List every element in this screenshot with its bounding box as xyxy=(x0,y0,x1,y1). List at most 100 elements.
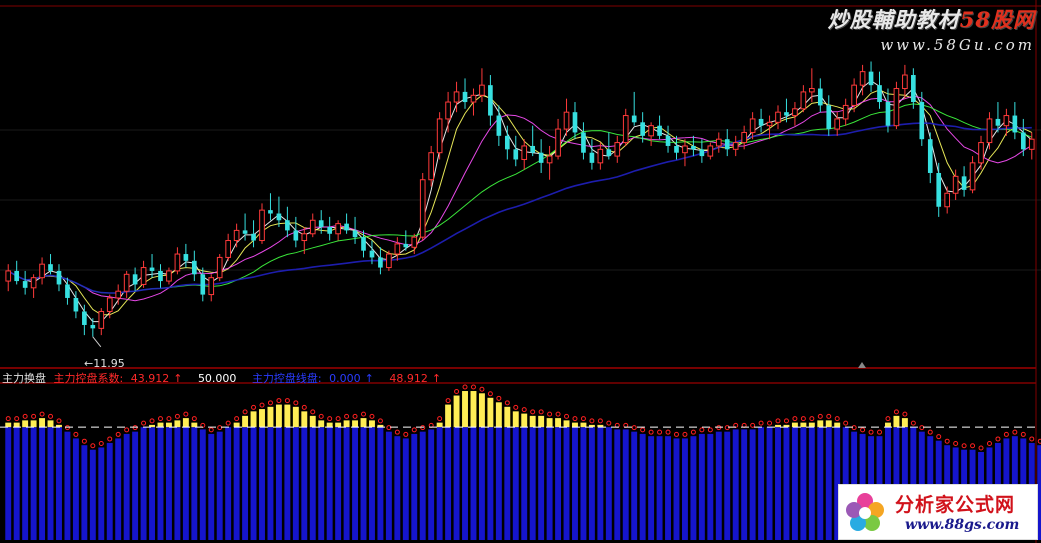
candle xyxy=(208,274,215,302)
indicator-dot xyxy=(361,411,367,417)
indicator-bar-blue xyxy=(13,427,20,540)
candle xyxy=(732,135,739,157)
indicator-dot xyxy=(335,416,341,422)
stock-chart[interactable] xyxy=(0,0,1041,543)
candle xyxy=(158,264,163,288)
indicator-bar-blue xyxy=(250,427,257,540)
indicator-dot xyxy=(809,416,815,422)
candle-body xyxy=(674,145,679,153)
candle-body xyxy=(30,277,37,289)
candle-body xyxy=(352,230,358,238)
indicator-dot xyxy=(208,427,214,433)
indicator-bar-blue xyxy=(174,427,181,540)
indicator-dot xyxy=(411,427,417,433)
indicator-dot xyxy=(877,429,883,435)
candle-body xyxy=(775,111,781,123)
indicator-bar-yellow xyxy=(893,415,900,428)
indicator-bar-yellow xyxy=(182,418,189,428)
indicator-dot xyxy=(673,431,679,437)
indicator-dot xyxy=(251,404,257,410)
candle-body xyxy=(98,310,105,329)
candle-body xyxy=(682,145,688,154)
legend-item-control-coef: 主力控盘系数: 43.912 ↑ xyxy=(53,372,183,385)
indicator-dot xyxy=(242,409,248,415)
candle-body xyxy=(969,162,976,191)
indicator-bar-blue xyxy=(411,433,418,540)
indicator-bar-blue xyxy=(766,427,773,540)
indicator-bar-yellow xyxy=(808,422,815,428)
indicator-dot xyxy=(851,425,857,431)
candle-body xyxy=(936,172,942,207)
candle xyxy=(792,102,798,126)
candle-body xyxy=(268,210,273,214)
indicator-dot xyxy=(572,416,578,422)
indicator-dot xyxy=(293,400,299,406)
indicator-dot xyxy=(479,386,485,392)
indicator-dot xyxy=(327,416,333,422)
indicator-bar-blue xyxy=(208,433,215,540)
indicator-dot xyxy=(1020,431,1026,437)
indicator-bar-blue xyxy=(106,442,113,540)
indicator-dot xyxy=(800,416,806,422)
indicator-bar-blue xyxy=(199,429,206,540)
indicator-dot xyxy=(885,416,891,422)
candle xyxy=(631,91,637,126)
candle-body xyxy=(14,270,20,282)
candle xyxy=(488,75,493,126)
candle-body xyxy=(927,139,933,173)
indicator-bar-yellow xyxy=(250,411,257,428)
indicator-bar-blue xyxy=(39,427,46,540)
candle xyxy=(648,122,654,146)
indicator-bar-blue xyxy=(487,427,494,540)
candle-body xyxy=(453,91,460,103)
indicator-bar-yellow xyxy=(563,420,570,428)
candle-body xyxy=(868,71,874,86)
indicator-bar-blue xyxy=(445,427,452,540)
candle xyxy=(496,105,502,146)
ma-line-40 xyxy=(7,122,1032,294)
indicator-bar-yellow xyxy=(318,420,325,428)
candle xyxy=(699,139,705,163)
candle xyxy=(986,112,993,150)
indicator-bar-blue xyxy=(157,427,164,540)
indicator-bar-blue xyxy=(495,427,502,540)
indicator-bar-blue xyxy=(681,438,688,540)
indicator-bar-blue xyxy=(360,427,367,540)
indicator-dot xyxy=(961,443,967,449)
indicator-bar-blue xyxy=(275,427,282,540)
indicator-dot xyxy=(225,420,231,426)
indicator-bar-blue xyxy=(165,427,172,540)
indicator-dot xyxy=(124,427,130,433)
candle-body xyxy=(82,311,87,325)
indicator-dot xyxy=(699,427,705,433)
indicator-dot xyxy=(284,398,290,404)
candle xyxy=(978,135,984,170)
indicator-bar-blue xyxy=(47,427,54,540)
indicator-dot xyxy=(445,398,451,404)
candle-body xyxy=(842,104,849,120)
candle-body xyxy=(1012,115,1018,133)
indicator-dot xyxy=(81,438,87,444)
indicator-bar-blue xyxy=(724,431,731,540)
indicator-bar-yellow xyxy=(555,418,562,428)
candle-body xyxy=(538,152,544,163)
indicator-bar-blue xyxy=(639,433,646,540)
indicator-dot xyxy=(547,411,553,417)
candle xyxy=(1012,102,1018,140)
indicator-bar-yellow xyxy=(360,418,367,428)
candle-body xyxy=(572,112,578,133)
indicator-dot xyxy=(462,384,468,390)
candle-body xyxy=(707,145,714,157)
indicator-dot xyxy=(318,413,324,419)
indicator-bar-yellow xyxy=(309,415,316,428)
candle-body xyxy=(183,254,189,261)
indicator-bar-yellow xyxy=(275,404,282,428)
indicator-bar-blue xyxy=(225,427,232,540)
indicator-bar-yellow xyxy=(512,411,519,428)
indicator-bar-blue xyxy=(326,427,333,540)
candle xyxy=(919,91,925,146)
candle-body xyxy=(496,115,502,136)
site-logo[interactable]: 分析家公式网 www.88gs.com xyxy=(838,484,1038,540)
candle xyxy=(462,78,468,109)
candle xyxy=(724,129,730,157)
